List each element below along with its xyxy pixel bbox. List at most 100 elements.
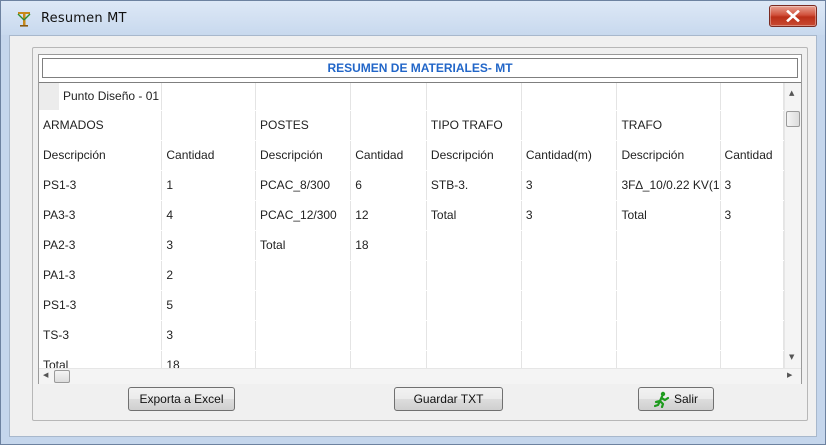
table-cell[interactable] xyxy=(720,230,784,261)
table-cell[interactable]: 18 xyxy=(161,350,257,368)
table-cell[interactable] xyxy=(350,110,427,141)
close-button[interactable] xyxy=(769,5,817,27)
table-cell[interactable] xyxy=(616,350,721,368)
table-cell[interactable] xyxy=(426,260,522,291)
table-cell[interactable] xyxy=(521,350,618,368)
table-cell[interactable] xyxy=(426,290,522,321)
table-cell[interactable]: Total xyxy=(616,200,721,231)
table-cell[interactable]: PCAC_12/300 xyxy=(255,200,352,231)
scroll-down-icon[interactable]: ▼ xyxy=(789,353,794,361)
table-cell[interactable]: TRAFO xyxy=(616,110,721,141)
table-cell[interactable] xyxy=(255,350,352,368)
table-cell[interactable] xyxy=(720,290,784,321)
table-cell[interactable]: Punto Diseño - 01 xyxy=(39,83,163,111)
table-cell[interactable] xyxy=(255,290,352,321)
table-cell[interactable] xyxy=(350,350,427,368)
table-cell[interactable] xyxy=(720,83,784,111)
table-cell[interactable]: Cantidad(m) xyxy=(521,140,618,171)
table-cell[interactable] xyxy=(616,83,721,111)
table-cell[interactable] xyxy=(426,83,522,111)
table-cell[interactable] xyxy=(161,83,257,111)
table-cell[interactable]: 3 xyxy=(521,200,618,231)
table-cell[interactable]: 6 xyxy=(350,170,427,201)
table-cell[interactable] xyxy=(720,320,784,351)
table-cell[interactable]: TS-3 xyxy=(39,320,163,351)
table-cell[interactable]: Descripción xyxy=(255,140,352,171)
table-cell[interactable] xyxy=(426,320,522,351)
table-cell[interactable]: Cantidad xyxy=(720,140,784,171)
table-cell[interactable]: 1 xyxy=(161,170,257,201)
table-cell[interactable]: 3 xyxy=(521,170,618,201)
table-cell[interactable] xyxy=(720,350,784,368)
table-cell[interactable] xyxy=(426,350,522,368)
scroll-left-icon[interactable]: ◀ xyxy=(43,371,48,379)
table-cell[interactable]: POSTES xyxy=(255,110,352,141)
row-header-marker[interactable] xyxy=(39,83,59,109)
table-cell[interactable] xyxy=(616,290,721,321)
table-cell[interactable]: 5 xyxy=(161,290,257,321)
table-cell[interactable] xyxy=(720,110,784,141)
table-cell[interactable] xyxy=(350,320,427,351)
table-cell[interactable]: Descripción xyxy=(39,140,163,171)
table-cell[interactable] xyxy=(521,83,618,111)
table-cell[interactable] xyxy=(616,230,721,261)
table-cell[interactable] xyxy=(350,260,427,291)
table-cell[interactable]: PS1-3 xyxy=(39,170,163,201)
horizontal-scrollbar[interactable]: ◀ ▶ xyxy=(39,368,801,384)
table-cell[interactable]: PA3-3 xyxy=(39,200,163,231)
horizontal-scroll-thumb[interactable] xyxy=(54,370,70,383)
table-cell[interactable]: 2 xyxy=(161,260,257,291)
table-cell[interactable]: PA1-3 xyxy=(39,260,163,291)
table-cell[interactable] xyxy=(521,290,618,321)
vertical-scroll-thumb[interactable] xyxy=(786,111,800,127)
save-txt-button[interactable]: Guardar TXT xyxy=(394,387,503,411)
table-cell[interactable]: 3 xyxy=(161,320,257,351)
title-bar[interactable]: Resumen MT xyxy=(1,1,825,35)
table-cell[interactable] xyxy=(521,230,618,261)
table-cell[interactable]: 3 xyxy=(720,200,784,231)
table-cell[interactable]: 3F∆_10/0.22 KV(1 xyxy=(616,170,721,201)
table-cell[interactable]: 3 xyxy=(161,230,257,261)
table-cell[interactable]: 12 xyxy=(350,200,427,231)
app-icon xyxy=(15,10,33,28)
table-cell[interactable]: TIPO TRAFO xyxy=(426,110,522,141)
table-cell[interactable] xyxy=(350,290,427,321)
materials-grid[interactable]: Punto Diseño - 01 ARMADOS POSTES TIPO TRAFO… xyxy=(39,83,784,368)
table-cell[interactable]: STB-3. xyxy=(426,170,522,201)
table-cell[interactable] xyxy=(616,260,721,291)
table-cell[interactable]: PS1-3 xyxy=(39,290,163,321)
scroll-up-icon[interactable]: ▲ xyxy=(789,89,794,97)
table-cell[interactable]: 18 xyxy=(350,230,427,261)
table-cell[interactable] xyxy=(255,260,352,291)
table-cell[interactable] xyxy=(255,320,352,351)
table-cell[interactable]: ARMADOS xyxy=(39,110,163,141)
table-cell[interactable] xyxy=(521,110,618,141)
table-cell[interactable] xyxy=(350,83,427,111)
table-row: TS-3 3 xyxy=(39,320,784,351)
table-cell[interactable] xyxy=(255,83,352,111)
table-cell[interactable]: Descripción xyxy=(426,140,522,171)
table-row: PS1-3 1 PCAC_8/300 6 STB-3. 3 3F∆_10/0.22 KV(1… xyxy=(39,170,784,201)
table-cell[interactable] xyxy=(521,320,618,351)
table-cell[interactable]: 4 xyxy=(161,200,257,231)
table-cell[interactable]: Total xyxy=(255,230,352,261)
table-cell[interactable]: PA2-3 xyxy=(39,230,163,261)
exit-button[interactable]: Salir xyxy=(638,387,714,411)
table-cell[interactable]: Descripción xyxy=(616,140,721,171)
group-frame: RESUMEN DE MATERIALES- MT Punto Diseño -… xyxy=(32,47,808,421)
scroll-right-icon[interactable]: ▶ xyxy=(787,371,792,379)
table-cell[interactable]: Cantidad xyxy=(161,140,257,171)
table-cell[interactable] xyxy=(616,320,721,351)
table-cell[interactable] xyxy=(720,260,784,291)
table-cell[interactable]: Total xyxy=(426,200,522,231)
table-cell[interactable]: PCAC_8/300 xyxy=(255,170,352,201)
table-cell[interactable] xyxy=(521,260,618,291)
table-cell[interactable]: 3 xyxy=(720,170,784,201)
table-cell[interactable] xyxy=(426,230,522,261)
export-excel-button[interactable]: Exporta a Excel xyxy=(128,387,235,411)
resumen-mt-window: Resumen MT RESUMEN DE MATERIALES- MT Pun… xyxy=(0,0,826,445)
table-cell[interactable]: Total xyxy=(39,350,163,368)
vertical-scrollbar[interactable]: ▲ ▼ xyxy=(784,83,801,368)
table-cell[interactable]: Cantidad xyxy=(350,140,427,171)
table-cell[interactable] xyxy=(161,110,257,141)
